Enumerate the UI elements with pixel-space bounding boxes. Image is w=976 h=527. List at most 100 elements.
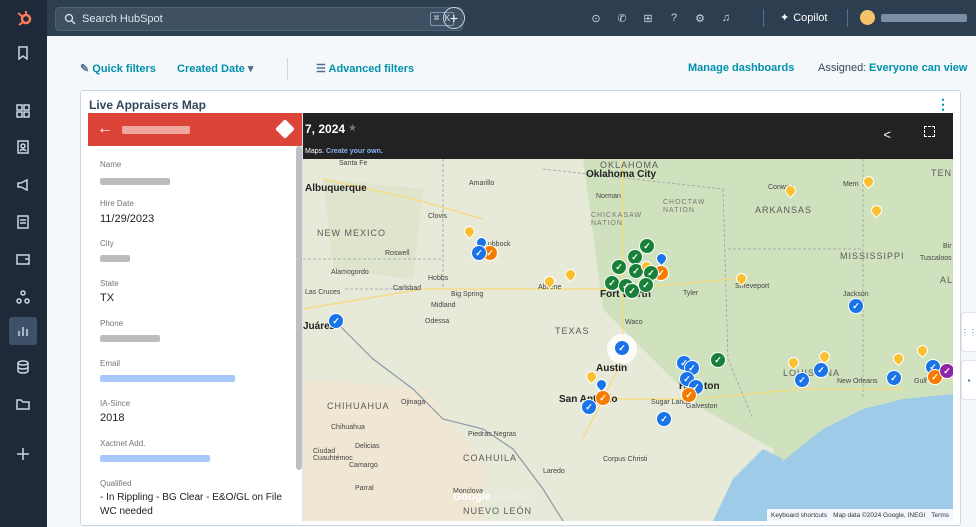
map-label-chickasaw: CHICKASAW NATION: [591, 212, 643, 227]
map-marker-blue-check[interactable]: ✓: [886, 370, 902, 386]
map-marker-orange[interactable]: ✓: [595, 390, 611, 406]
calling-icon[interactable]: ✆: [615, 11, 629, 25]
map-marker-blue-check[interactable]: ✓: [581, 399, 597, 415]
fullscreen-icon[interactable]: [924, 126, 935, 137]
field-value-hire-date: 11/29/2023: [100, 213, 155, 225]
map-marker-green-check[interactable]: ✓: [638, 277, 654, 293]
sparkle-icon[interactable]: [12, 443, 34, 465]
map-label-carlsbad: Carlsbad: [393, 285, 422, 292]
map-label-oklahoma-city: Oklahoma City: [586, 169, 657, 180]
account-avatar[interactable]: [860, 10, 875, 25]
map-title: 7, 2024: [305, 122, 346, 136]
map-label-alabama: AL: [940, 275, 953, 285]
map-marker-blue-check[interactable]: ✓: [656, 411, 672, 427]
search-placeholder: Search HubSpot: [82, 13, 163, 25]
map-subtitle-prefix: Maps.: [305, 148, 325, 155]
created-date-dropdown[interactable]: Created Date ▾: [177, 62, 253, 75]
panel-scrollbar[interactable]: [296, 146, 302, 470]
share-icon[interactable]: <: [883, 127, 891, 142]
google-my-map[interactable]: 7, 2024 ★ Maps. Create your own. < OKLAH…: [303, 113, 953, 521]
assigned-value-link[interactable]: Everyone can view: [869, 62, 967, 74]
map-label-amarillo: Amarillo: [469, 180, 495, 187]
content-icon[interactable]: [12, 211, 34, 233]
create-map-link[interactable]: Create your own.: [326, 148, 383, 155]
reporting-icon[interactable]: [9, 317, 37, 345]
map-marker-blue-check[interactable]: ✓: [614, 340, 630, 356]
upgrade-icon[interactable]: ⊙: [589, 11, 603, 25]
dashboard-filter-bar: ✎ Quick filters Created Date ▾ ☰ Advance…: [62, 52, 976, 86]
feedback-icon[interactable]: ▪: [961, 360, 976, 400]
help-icon[interactable]: ?: [667, 11, 681, 25]
account-name-redacted[interactable]: [881, 14, 967, 22]
manage-dashboards-link[interactable]: Manage dashboards: [688, 62, 794, 74]
contacts-icon[interactable]: [12, 136, 34, 158]
back-arrow-icon[interactable]: ←: [97, 120, 113, 138]
settings-gear-icon[interactable]: ⚙: [693, 11, 707, 25]
apps-grid-icon[interactable]: [12, 100, 34, 122]
map-marker-blue-check[interactable]: ✓: [328, 313, 344, 329]
commerce-icon[interactable]: [12, 248, 34, 270]
map-label-odessa: Odessa: [425, 318, 450, 325]
map-label-corpus-christi: Corpus Christi: [603, 456, 648, 463]
keyboard-shortcuts-link[interactable]: Keyboard shortcuts: [771, 512, 827, 519]
map-label-coahuila: COAHUILA: [463, 453, 518, 463]
directions-icon[interactable]: [275, 119, 295, 139]
assigned-label: Assigned:: [818, 62, 867, 74]
star-icon[interactable]: ★: [348, 123, 357, 134]
map-label-louisiana: LOUISIANA: [783, 368, 841, 378]
map-label-las-cruces: Las Cruces: [305, 289, 341, 296]
marketplace-icon[interactable]: ⊞: [641, 11, 655, 25]
pencil-icon: ✎: [80, 63, 93, 75]
megaphone-icon[interactable]: [12, 174, 34, 196]
map-label-birmingham: Bir: [943, 243, 952, 250]
terms-link[interactable]: Terms: [931, 512, 949, 519]
folder-icon[interactable]: [12, 393, 34, 415]
map-label-new-orleans: New Orleans: [837, 378, 878, 385]
field-value-phone-redacted: [100, 335, 160, 342]
card-actions-menu-icon[interactable]: ⋮: [936, 96, 950, 113]
map-label-roswell: Roswell: [385, 250, 410, 257]
map-label-waco: Waco: [625, 319, 643, 326]
hubspot-logo-icon[interactable]: [0, 0, 47, 36]
advanced-filters-label: Advanced filters: [328, 63, 415, 75]
appraiser-name-redacted: [122, 126, 190, 134]
create-plus-button[interactable]: +: [443, 7, 465, 29]
map-label-gulfport: Gulf: [914, 378, 927, 385]
advanced-filters-button[interactable]: ☰ Advanced filters: [316, 62, 414, 75]
database-icon[interactable]: [12, 356, 34, 378]
map-marker-green-check[interactable]: ✓: [611, 259, 627, 275]
map-label-clovis: Clovis: [428, 213, 448, 220]
drag-handle-icon[interactable]: ⋮⋮: [961, 312, 976, 352]
field-label-email: Email: [100, 359, 121, 368]
bookmark-icon[interactable]: [12, 42, 34, 64]
map-label-tyler: Tyler: [683, 290, 699, 297]
map-marker-blue-check[interactable]: ✓: [848, 298, 864, 314]
map-marker-green-check[interactable]: ✓: [710, 352, 726, 368]
map-marker-blue-check[interactable]: ✓: [813, 362, 829, 378]
field-label-qualified: Qualified: [100, 479, 132, 488]
top-navigation-bar: Search HubSpot ⌘ K + ⊙ ✆ ⊞ ? ⚙ ♫ ✦ Copilo…: [47, 0, 976, 36]
search-input[interactable]: Search HubSpot ⌘ K: [55, 7, 463, 31]
map-attribution-bar: Keyboard shortcuts Map data ©2024 Google…: [767, 509, 953, 521]
google-logo-text: Google: [453, 491, 491, 503]
notifications-bell-icon[interactable]: ♫: [719, 11, 733, 25]
topbar-divider: [763, 9, 764, 27]
map-label-santa-fe: Santa Fe: [339, 160, 368, 167]
field-label-name: Name: [100, 160, 122, 169]
map-marker-purple-check[interactable]: ✓: [939, 363, 953, 379]
map-marker-blue-check[interactable]: ✓: [471, 245, 487, 261]
map-label-laredo: Laredo: [543, 468, 565, 475]
map-label-norman: Norman: [596, 193, 621, 200]
map-label-tuscaloosa: Tuscaloos: [920, 255, 952, 262]
field-label-state: State: [100, 279, 119, 288]
map-marker-orange[interactable]: ✓: [681, 387, 697, 403]
map-header-bar: 7, 2024 ★ Maps. Create your own. <: [303, 113, 953, 159]
copilot-button[interactable]: ✦ Copilot: [780, 11, 827, 24]
quick-filters-button[interactable]: ✎ Quick filters: [80, 62, 156, 75]
field-value-email-redacted: [100, 375, 235, 382]
map-label-texas: TEXAS: [555, 326, 590, 336]
workflows-icon[interactable]: [12, 286, 34, 308]
field-label-city: City: [100, 239, 114, 248]
map-label-midland: Midland: [431, 302, 456, 309]
map-marker-blue-check[interactable]: ✓: [794, 372, 810, 388]
